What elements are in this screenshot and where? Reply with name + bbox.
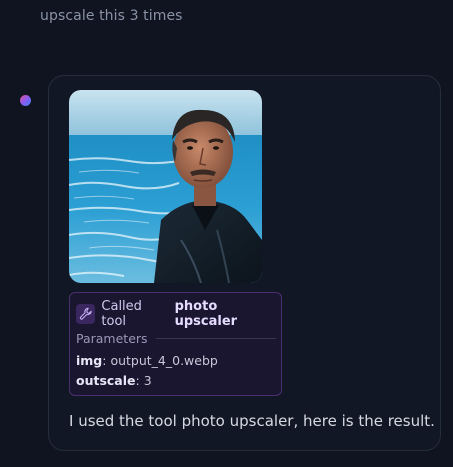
parameters-section-header: Parameters — [76, 331, 276, 346]
param-key: outscale — [76, 373, 136, 388]
param-value: output_4_0.webp — [110, 353, 218, 368]
param-key: img — [76, 353, 103, 368]
wrench-icon — [76, 304, 96, 324]
assistant-result-text: I used the tool photo upscaler, here is … — [69, 412, 435, 430]
upscaled-image[interactable] — [69, 90, 262, 283]
param-value: 3 — [143, 373, 152, 388]
param-outscale: outscale: 3 — [76, 373, 152, 388]
tool-call-card[interactable]: Called tool photo upscaler Parameters im… — [69, 292, 282, 396]
user-message: upscale this 3 times — [40, 8, 183, 24]
assistant-avatar-icon — [20, 95, 31, 106]
tool-called-prefix: Called tool — [101, 299, 142, 329]
photo-graphic — [69, 90, 262, 283]
param-img: img: output_4_0.webp — [76, 353, 218, 368]
chat-page: upscale this 3 times Called tool photo u… — [0, 0, 453, 467]
tool-call-header: Called tool photo upscaler — [76, 299, 281, 329]
tool-name: photo upscaler — [174, 299, 238, 329]
parameters-label: Parameters — [76, 331, 148, 346]
parameters-divider — [155, 338, 276, 339]
assistant-message-bubble: Called tool photo upscaler Parameters im… — [48, 75, 441, 451]
